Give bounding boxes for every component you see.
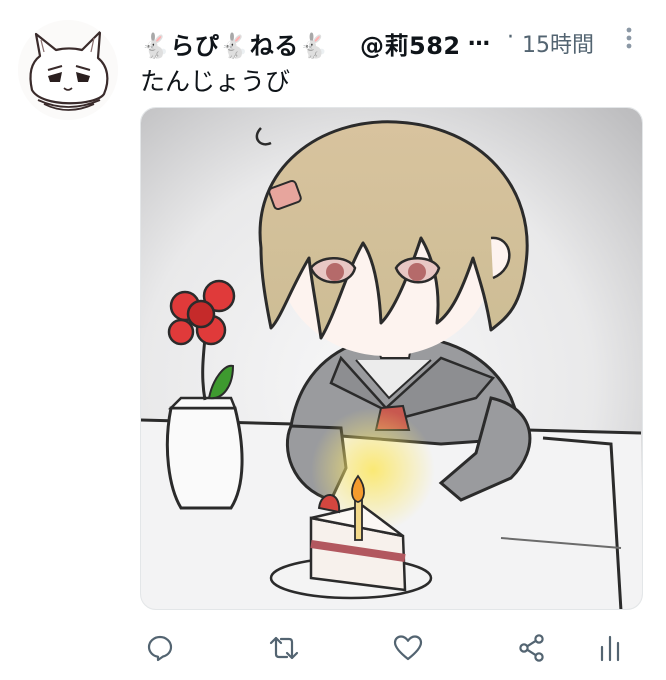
bar-chart-icon [600, 635, 620, 662]
retweet-arrows-icon [269, 636, 299, 660]
share-button[interactable] [512, 628, 552, 668]
cat-avatar-icon [18, 20, 118, 120]
tweet-text: たんじょうび [140, 67, 291, 96]
reply-button[interactable] [140, 628, 180, 668]
display-name[interactable]: 🐇らぴ🐇ねる🐇 [140, 26, 329, 61]
avatar[interactable] [18, 20, 118, 120]
more-options-button[interactable] [619, 24, 639, 54]
like-button[interactable] [388, 628, 428, 668]
retweet-button[interactable] [264, 628, 304, 668]
separator-dot: · [507, 25, 514, 50]
birthday-illustration [141, 108, 642, 609]
share-nodes-icon [519, 634, 544, 662]
vertical-ellipsis-icon [626, 27, 632, 49]
analytics-button[interactable] [590, 628, 630, 668]
speech-bubble-icon [147, 635, 173, 662]
timestamp[interactable]: 15時間 [522, 27, 594, 59]
tweet-action-bar [140, 628, 645, 668]
tweet-header: 🐇らぴ🐇ねる🐇 @莉582 … · 15時間 [140, 22, 645, 60]
tweet-media-image[interactable] [140, 107, 643, 610]
user-handle[interactable]: @莉582 [360, 26, 461, 61]
handle-truncation: … [468, 26, 490, 51]
heart-icon [393, 635, 423, 661]
